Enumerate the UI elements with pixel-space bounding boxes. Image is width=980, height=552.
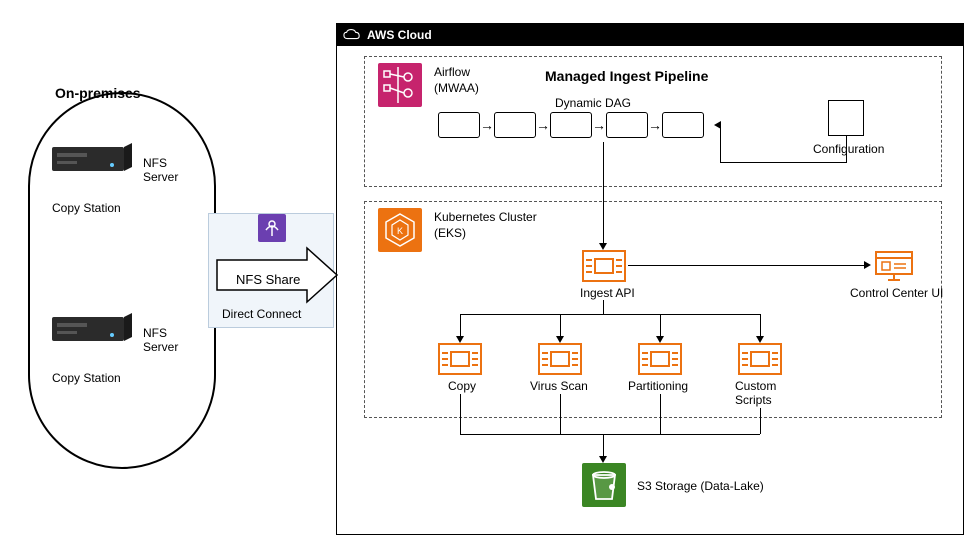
eks-label: Kubernetes Cluster (EKS) [434, 210, 537, 241]
connector [460, 314, 461, 338]
copy-label: Copy [448, 379, 476, 393]
dag-step [662, 112, 704, 138]
connector [603, 300, 604, 314]
server-icon [52, 143, 134, 175]
partitioning-label: Partitioning [628, 379, 688, 393]
dag-row: → → → → [438, 112, 704, 138]
managed-ingest-pipeline-title: Managed Ingest Pipeline [545, 68, 708, 84]
connector [720, 162, 846, 163]
nfs-server-2-label: NFS Server [143, 326, 178, 355]
container-icon [438, 343, 482, 375]
eks-icon: K [378, 208, 422, 252]
connector [560, 394, 561, 434]
arrow-right-icon: → [592, 117, 606, 133]
s3-bucket-icon [582, 463, 626, 507]
nfs-server-1-label: NFS Server [143, 156, 178, 185]
arrowhead-icon [456, 336, 464, 343]
svg-text:K: K [397, 226, 403, 236]
dag-step [550, 112, 592, 138]
connector [846, 136, 847, 163]
container-icon [638, 343, 682, 375]
arrow-right-icon: → [480, 117, 494, 133]
arrow-right-icon: → [536, 117, 550, 133]
airflow-icon [378, 63, 422, 107]
connector [720, 125, 721, 162]
airflow-label: Airflow (MWAA) [434, 65, 479, 96]
nfs-share-label: NFS Share [236, 272, 300, 287]
dynamic-dag-label: Dynamic DAG [555, 96, 631, 110]
configuration-label: Configuration [813, 142, 884, 156]
control-center-ui-label: Control Center UI [850, 286, 943, 300]
connector [560, 314, 561, 338]
dag-step [606, 112, 648, 138]
dag-step [494, 112, 536, 138]
arrowhead-icon [714, 121, 721, 129]
monitor-icon [872, 250, 916, 282]
server-icon [52, 313, 134, 345]
arrowhead-icon [756, 336, 764, 343]
connector [660, 394, 661, 434]
virus-scan-label: Virus Scan [530, 379, 588, 393]
arrowhead-icon [656, 336, 664, 343]
container-icon [738, 343, 782, 375]
copy-station-1-label: Copy Station [52, 201, 121, 215]
connector [460, 394, 461, 434]
connector [460, 314, 760, 315]
connector [760, 408, 761, 434]
cloud-icon [343, 28, 361, 42]
connector [628, 265, 866, 266]
connector [660, 314, 661, 338]
aws-header: AWS Cloud [337, 24, 963, 46]
configuration-box [828, 100, 864, 136]
connector [603, 434, 604, 458]
aws-cloud-title: AWS Cloud [367, 28, 432, 42]
copy-station-2-label: Copy Station [52, 371, 121, 385]
diagram-root: On-premises NFS Server Copy Station NFS … [0, 0, 980, 552]
arrowhead-icon [599, 456, 607, 463]
arrowhead-icon [864, 261, 871, 269]
connector [460, 434, 760, 435]
arrowhead-icon [556, 336, 564, 343]
direct-connect-label: Direct Connect [222, 307, 301, 321]
arrow-right-icon: → [648, 117, 662, 133]
aws-direct-connect-icon [258, 214, 286, 242]
s3-storage-label: S3 Storage (Data-Lake) [637, 479, 764, 493]
container-icon [582, 250, 626, 282]
dag-step [438, 112, 480, 138]
container-icon [538, 343, 582, 375]
custom-scripts-label: Custom Scripts [735, 379, 776, 408]
ingest-api-label: Ingest API [580, 286, 635, 300]
connector [760, 314, 761, 338]
